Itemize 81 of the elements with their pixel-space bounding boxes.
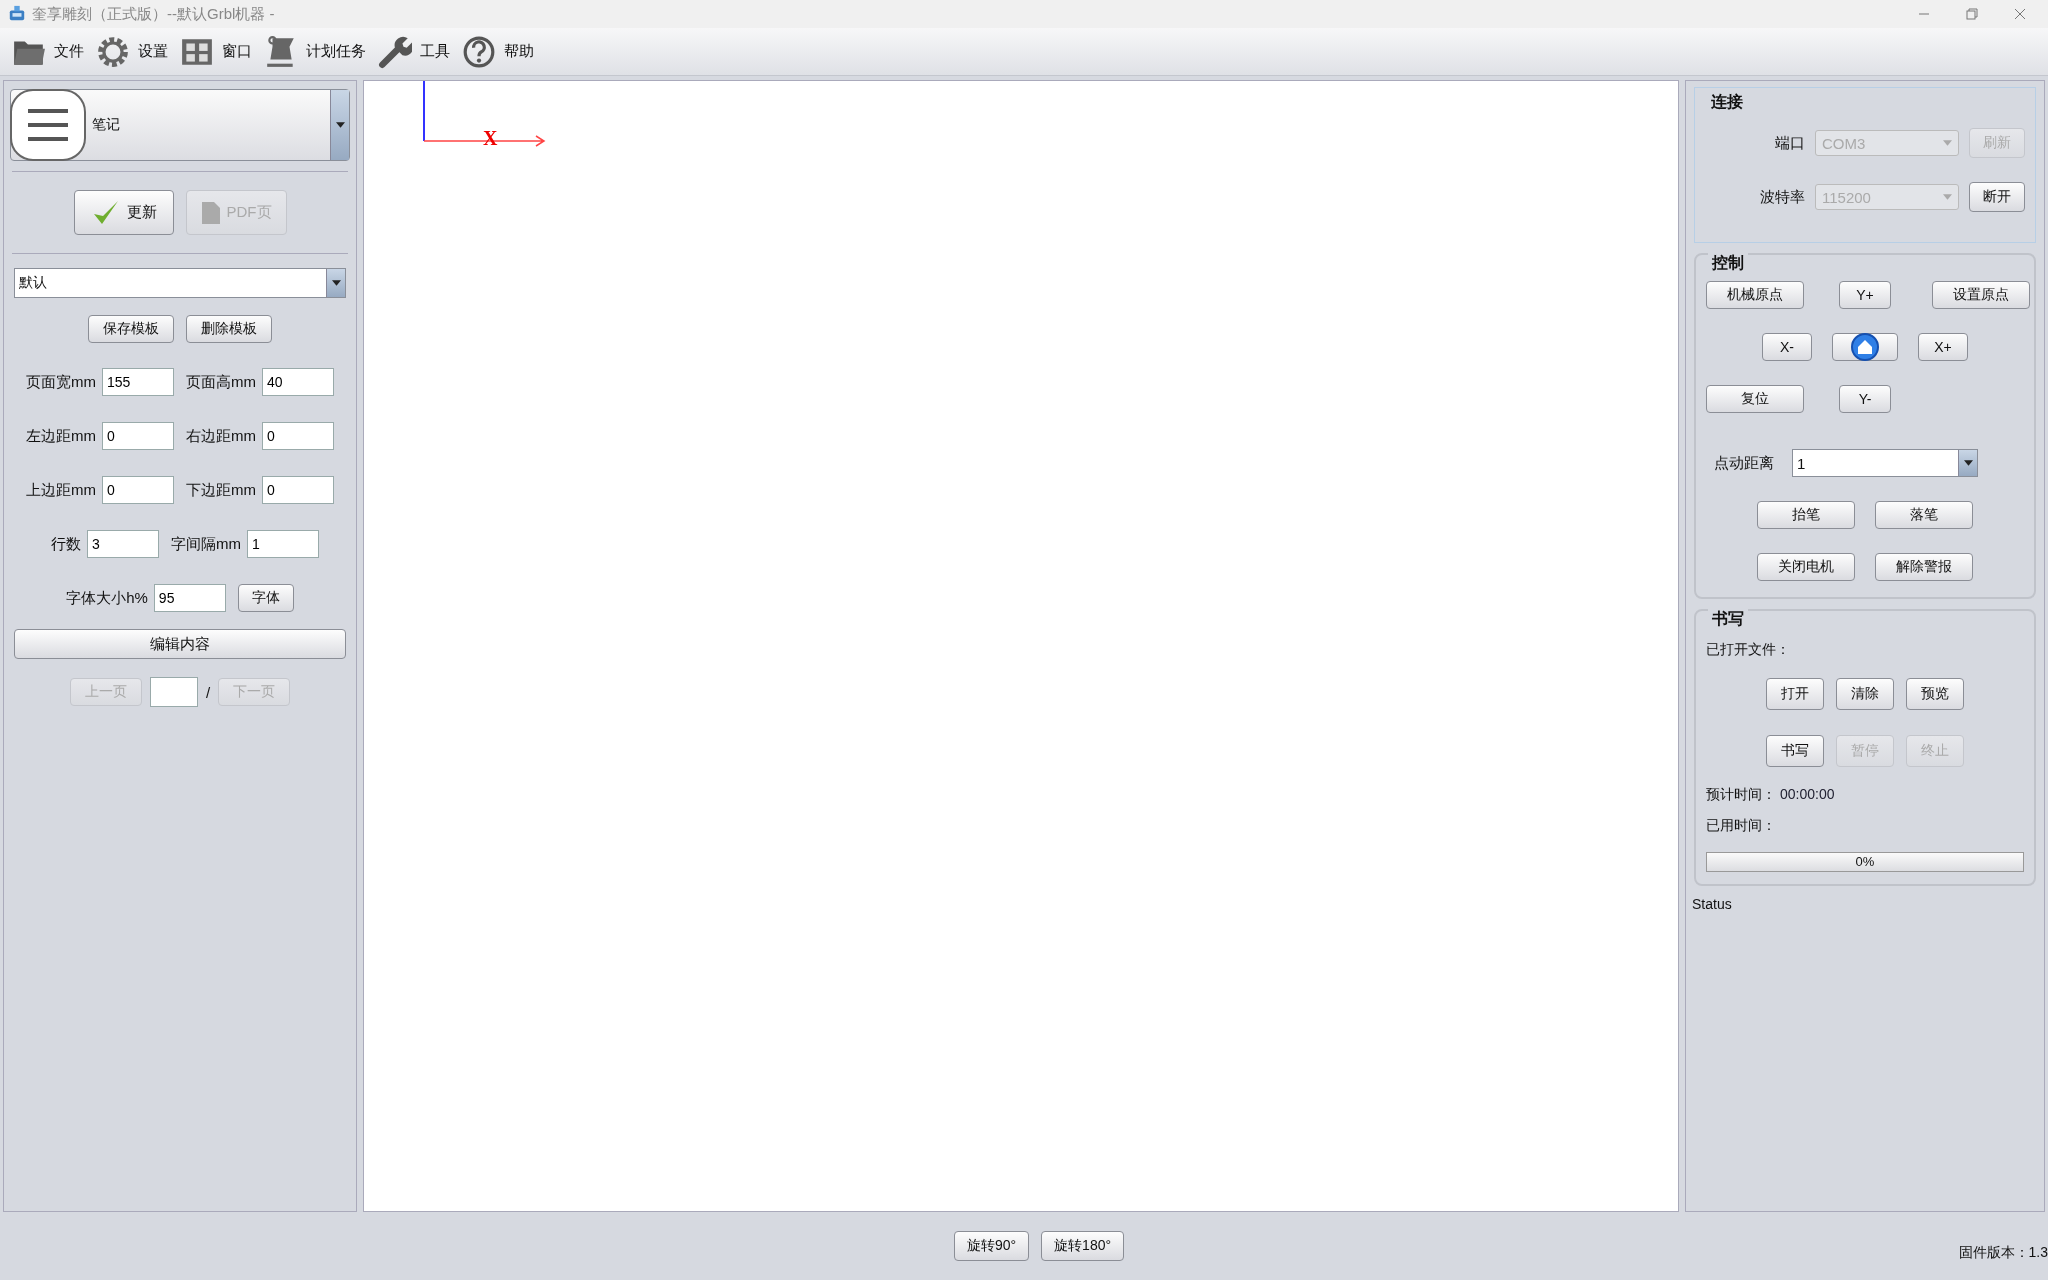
page-separator: / xyxy=(205,683,211,701)
field-label: 下边距mm xyxy=(186,480,256,500)
jog-button[interactable]: 机械原点 xyxy=(1706,281,1804,309)
input-field[interactable]: 95 xyxy=(153,584,226,612)
writing-button[interactable]: 打开 xyxy=(1766,678,1824,710)
jog-button[interactable]: Y- xyxy=(1839,385,1891,413)
estimated-time-label: 预计时间： xyxy=(1706,786,1776,804)
opened-file-label: 已打开文件： xyxy=(1706,641,1791,659)
pen-button[interactable]: 落笔 xyxy=(1875,501,1973,529)
menu-item[interactable]: 文件 xyxy=(12,34,84,69)
gear-icon xyxy=(96,34,130,69)
writing-button[interactable]: 清除 xyxy=(1836,678,1894,710)
input-field[interactable]: 3 xyxy=(87,530,159,558)
menu-item[interactable]: 计划任务 xyxy=(264,34,366,69)
field-label: 右边距mm xyxy=(186,426,256,446)
input-field[interactable]: 40 xyxy=(262,368,334,396)
home-button[interactable] xyxy=(1832,333,1898,361)
progress-label: 0% xyxy=(1855,853,1875,871)
menu-item[interactable]: 窗口 xyxy=(180,34,252,69)
dropdown-arrow-icon xyxy=(1943,140,1952,146)
input-field[interactable]: 0 xyxy=(262,476,334,504)
app-icon xyxy=(8,5,26,23)
field-label: 字体大小h% xyxy=(66,588,148,608)
elapsed-time-label: 已用时间： xyxy=(1706,817,1777,835)
dropdown-arrow-icon xyxy=(1943,194,1952,200)
menu-item[interactable]: 帮助 xyxy=(462,34,534,69)
baud-rate-label: 波特率 xyxy=(1760,187,1805,207)
edit-content-button[interactable]: 编辑内容 xyxy=(14,629,346,659)
field-label: 上边距mm xyxy=(26,480,96,500)
template-dropdown[interactable]: 默认 xyxy=(14,268,346,298)
jog-button[interactable]: Y+ xyxy=(1839,281,1891,309)
mode-dropdown[interactable]: 笔记 xyxy=(10,89,350,161)
font-button[interactable]: 字体 xyxy=(237,584,294,612)
jog-button[interactable]: X- xyxy=(1762,333,1812,361)
rotate-button[interactable]: 旋转90° xyxy=(953,1231,1030,1261)
writing-button[interactable]: 书写 xyxy=(1766,735,1824,767)
jog-button[interactable]: 设置原点 xyxy=(1932,281,2030,309)
dropdown-arrow-icon xyxy=(1963,460,1973,466)
close-icon[interactable] xyxy=(2014,8,2026,20)
template-button[interactable]: 保存模板 xyxy=(88,315,174,343)
y-axis-line xyxy=(423,81,425,141)
rotate-button[interactable]: 旋转180° xyxy=(1041,1231,1125,1261)
action-button[interactable]: 更新 xyxy=(73,190,174,235)
group-title: 书写 xyxy=(1708,609,1748,630)
page-field[interactable] xyxy=(149,677,198,707)
jog-button[interactable]: X+ xyxy=(1918,333,1968,361)
disconnect-button[interactable]: 断开 xyxy=(1969,182,2025,212)
estimated-time-value: 00:00:00 xyxy=(1780,786,1835,804)
menu-item[interactable]: 工具 xyxy=(378,34,450,69)
jog-distance-dropdown[interactable]: 1 xyxy=(1792,449,1978,477)
status-text: Status xyxy=(1692,896,1733,912)
input-field[interactable]: 1 xyxy=(247,530,319,558)
window-title: 奎享雕刻（正式版）--默认Grbl机器 - xyxy=(32,4,275,24)
writing-button[interactable]: 预览 xyxy=(1906,678,1964,710)
home-icon xyxy=(1850,332,1880,362)
restore-icon[interactable] xyxy=(1966,8,1978,20)
pen-button[interactable]: 抬笔 xyxy=(1757,501,1855,529)
document-icon xyxy=(200,200,221,225)
port-label: 端口 xyxy=(1775,133,1805,153)
input-field[interactable]: 0 xyxy=(262,422,334,450)
menu-item[interactable]: 设置 xyxy=(96,34,168,69)
field-label: 页面宽mm xyxy=(26,372,96,392)
pen-button[interactable]: 解除警报 xyxy=(1875,553,1973,581)
input-field[interactable]: 0 xyxy=(102,422,174,450)
help-icon xyxy=(462,34,496,69)
dropdown-arrow-icon xyxy=(335,122,345,128)
jog-distance-label: 点动距离 xyxy=(1714,453,1774,473)
group-title: 控制 xyxy=(1708,253,1748,274)
menu-icon xyxy=(10,89,86,161)
template-button[interactable]: 删除模板 xyxy=(186,315,272,343)
field-label: 页面高mm xyxy=(186,372,256,392)
wrench-icon xyxy=(378,34,412,69)
jog-button[interactable]: 复位 xyxy=(1706,385,1804,413)
field-label: 字间隔mm xyxy=(171,534,241,554)
pen-button[interactable]: 关闭电机 xyxy=(1757,553,1855,581)
field-label: 行数 xyxy=(51,534,81,554)
input-field[interactable]: 0 xyxy=(102,476,174,504)
firmware-version: 固件版本：1.3 xyxy=(1958,1244,2048,1262)
field-label: 左边距mm xyxy=(26,426,96,446)
input-field[interactable]: 155 xyxy=(102,368,174,396)
dropdown-arrow-icon xyxy=(331,280,341,286)
